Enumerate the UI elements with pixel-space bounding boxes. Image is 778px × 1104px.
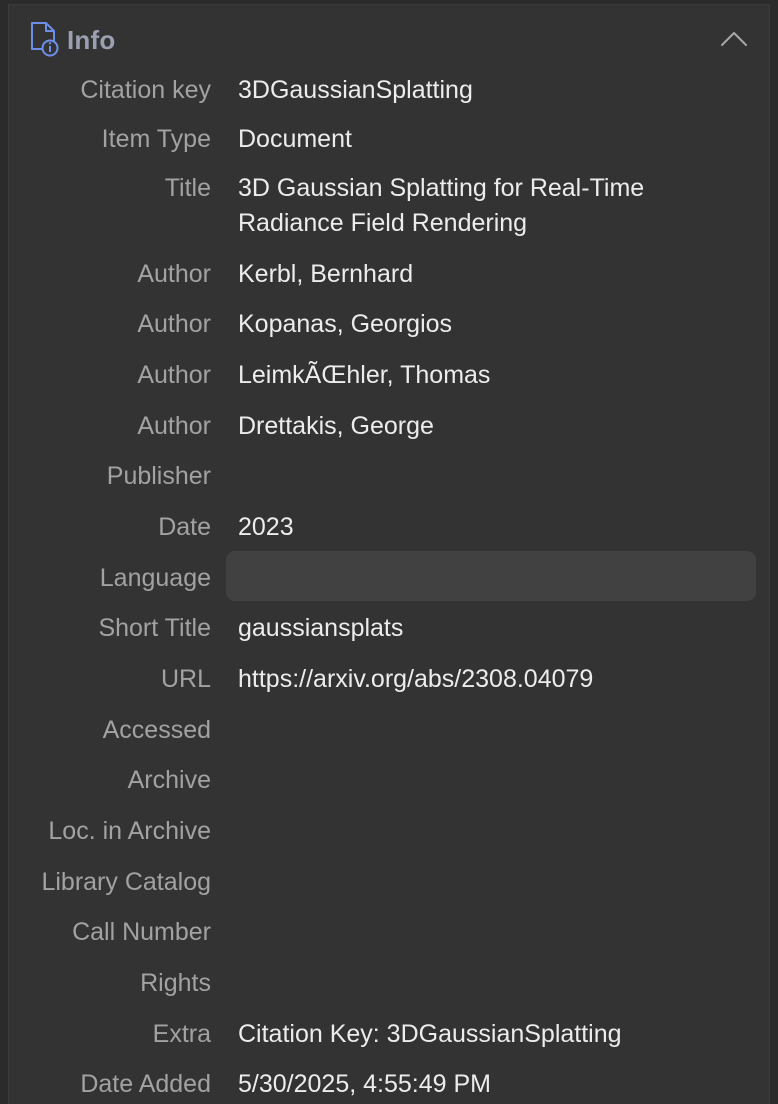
field-label: Extra bbox=[152, 1020, 211, 1048]
field-label: Citation key bbox=[80, 76, 211, 104]
field-label: Library Catalog bbox=[41, 868, 211, 896]
field-value[interactable]: Kopanas, Georgios bbox=[238, 307, 698, 342]
field-value[interactable]: https://arxiv.org/abs/2308.04079 bbox=[238, 662, 698, 697]
field-label[interactable]: Author bbox=[137, 412, 211, 441]
field-label: Date bbox=[158, 513, 211, 541]
field-label: Item Type bbox=[101, 125, 211, 153]
field-label[interactable]: Author bbox=[137, 310, 211, 339]
field-label: Archive bbox=[127, 766, 211, 794]
field-label: Publisher bbox=[106, 462, 211, 490]
field-label: Accessed bbox=[102, 716, 211, 744]
field-label: Title bbox=[164, 174, 211, 202]
field-value[interactable]: LeimkÃŒhler, Thomas bbox=[238, 358, 698, 393]
field-label: Rights bbox=[140, 969, 211, 997]
field-value[interactable]: Drettakis, George bbox=[238, 409, 698, 444]
field-value[interactable]: 3DGaussianSplatting bbox=[238, 73, 698, 108]
info-pane: Info Citation key 3DGaussianSplatting It… bbox=[8, 4, 770, 1104]
field-value[interactable]: Citation Key: 3DGaussianSplatting bbox=[238, 1017, 698, 1052]
field-value[interactable]: Kerbl, Bernhard bbox=[238, 257, 698, 292]
field-label: Loc. in Archive bbox=[48, 817, 211, 845]
field-value[interactable]: 3D Gaussian Splatting for Real-Time Radi… bbox=[238, 171, 698, 241]
section-title: Info bbox=[67, 25, 116, 55]
field-value[interactable]: gaussiansplats bbox=[238, 611, 698, 646]
document-info-icon bbox=[29, 21, 61, 57]
field-label[interactable]: Author bbox=[137, 260, 211, 289]
field-value: 5/30/2025, 4:55:49 PM bbox=[238, 1070, 491, 1098]
field-label: Call Number bbox=[72, 918, 211, 946]
field-label: Short Title bbox=[98, 614, 211, 642]
item-type-select[interactable]: Document bbox=[238, 122, 698, 157]
url-label[interactable]: URL bbox=[161, 665, 211, 694]
field-value[interactable]: 2023 bbox=[238, 510, 698, 545]
info-section-header[interactable]: Info bbox=[29, 21, 769, 57]
language-input[interactable] bbox=[226, 551, 756, 601]
field-label: Language bbox=[99, 564, 211, 592]
field-label: Date Added bbox=[80, 1070, 211, 1098]
field-label[interactable]: Author bbox=[137, 361, 211, 390]
chevron-up-icon[interactable] bbox=[719, 27, 749, 51]
